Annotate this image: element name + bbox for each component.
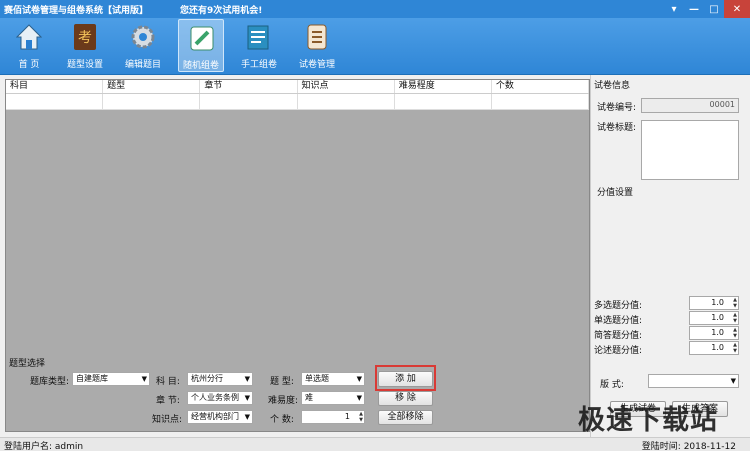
count-stepper[interactable]: 1 ▲ ▼ [301,410,365,424]
score-settings-heading: 分值设置 [597,188,634,198]
minimize-button[interactable]: — [684,0,704,18]
highlight-box [375,365,436,391]
panel-divider [590,75,591,437]
column-type[interactable]: 题型 [103,80,201,93]
main-toolbar: 首 页 考 题型设置 编辑题目 随机组卷 手工组卷 试卷管理 [0,18,750,75]
column-difficulty[interactable]: 难易程度 [395,80,492,93]
login-user: 登陆用户名: admin [4,442,84,452]
chevron-down-icon: ▼ [141,375,147,383]
question-type-select[interactable]: 单选题 ▼ [301,372,365,386]
score-value: 1.0 [711,313,724,322]
chevron-down-icon: ▼ [244,375,250,383]
bank-type-select[interactable]: 自建题库 ▼ [72,372,150,386]
toolbar-label: 题型设置 [66,60,103,70]
gear-icon [131,25,155,49]
stepper-arrows-icon[interactable]: ▲ ▼ [733,327,737,339]
selection-heading: 题型选择 [9,359,46,369]
stepper-arrows-icon[interactable]: ▲ ▼ [359,411,363,423]
toolbar-question-type-button[interactable]: 考 题型设置 [62,19,108,72]
toolbar-label: 首 页 [18,60,40,70]
bank-type-label: 题库类型: [30,377,70,387]
login-time: 登陆时间: 2018-11-12 [641,442,736,452]
score-stepper-essay[interactable]: 1.0 ▲ ▼ [689,341,739,355]
window-controls: ▾ — □ ✕ [664,0,750,18]
column-chapter[interactable]: 章节 [200,80,298,93]
toolbar-random-paper-button[interactable]: 随机组卷 [178,19,224,72]
knowledge-label: 知识点: [152,415,183,425]
score-stepper-multi[interactable]: 1.0 ▲ ▼ [689,296,739,310]
pencil-note-icon [190,26,214,51]
close-button[interactable]: ✕ [724,0,750,18]
dropdown-icon[interactable]: ▾ [664,0,684,18]
stepper-arrows-icon[interactable]: ▲ ▼ [733,342,737,354]
layout-label: 版 式: [600,380,624,390]
stepper-arrows-icon[interactable]: ▲ ▼ [733,297,737,309]
paper-title-label: 试卷标题: [597,123,637,133]
document-list-icon [307,24,327,50]
remove-all-button[interactable]: 全部移除 [378,410,433,425]
toolbar-edit-question-button[interactable]: 编辑题目 [120,19,166,72]
home-icon [16,24,42,50]
status-bar: 登陆用户名: admin 登陆时间: 2018-11-12 [0,437,750,452]
svg-text:考: 考 [78,30,92,46]
toolbar-label: 随机组卷 [182,61,219,71]
exam-book-icon: 考 [74,24,96,50]
column-count[interactable]: 个数 [492,80,590,93]
score-label-multi: 多选题分值: [594,301,643,311]
subject-label: 科 目: [156,377,180,387]
toolbar-home-button[interactable]: 首 页 [6,19,52,72]
watermark-logo: 极速下载站 [578,405,718,436]
clipboard-edit-icon [247,25,269,50]
window-title: 赛佰试卷管理与组卷系统【试用版】 [4,6,149,16]
paper-info-heading: 试卷信息 [594,81,631,91]
chevron-down-icon: ▼ [730,377,736,385]
table-row[interactable] [6,94,590,110]
score-value: 1.0 [711,328,724,337]
score-label-short: 简答题分值: [594,331,643,341]
toolbar-label: 编辑题目 [124,60,161,70]
title-bar: 赛佰试卷管理与组卷系统【试用版】 您还有9次试用机会! ▾ — □ ✕ [0,0,750,18]
paper-title-input[interactable] [641,120,739,180]
question-type-label: 题 型: [270,377,294,387]
chevron-down-icon: ▼ [356,394,362,402]
stepper-arrows-icon[interactable]: ▲ ▼ [733,312,737,324]
difficulty-select[interactable]: 难 ▼ [301,391,365,405]
paper-id-label: 试卷编号: [597,103,637,113]
paper-id-field: 00001 [641,98,739,113]
knowledge-select[interactable]: 经营机构部门 ▼ [187,410,253,424]
score-label-essay: 论述题分值: [594,346,643,356]
trial-notice: 您还有9次试用机会! [180,6,263,16]
subject-select[interactable]: 杭州分行 ▼ [187,372,253,386]
chevron-down-icon: ▼ [356,375,362,383]
score-stepper-short[interactable]: 1.0 ▲ ▼ [689,326,739,340]
grid-header: 科目 题型 章节 知识点 难易程度 个数 [6,80,590,94]
remove-button[interactable]: 移 除 [378,391,433,406]
toolbar-manual-paper-button[interactable]: 手工组卷 [236,19,282,72]
maximize-button[interactable]: □ [704,0,724,18]
chapter-label: 章 节: [156,396,180,406]
toolbar-label: 手工组卷 [240,60,277,70]
score-label-single: 单选题分值: [594,316,643,326]
chapter-select[interactable]: 个人业务条例 ▼ [187,391,253,405]
chevron-down-icon: ▼ [244,413,250,421]
column-subject[interactable]: 科目 [6,80,104,93]
score-value: 1.0 [711,343,724,352]
toolbar-label: 试卷管理 [298,60,335,70]
toolbar-paper-manage-button[interactable]: 试卷管理 [294,19,340,72]
count-label: 个 数: [270,415,294,425]
difficulty-label: 难易度: [268,396,299,406]
score-value: 1.0 [711,298,724,307]
chevron-down-icon: ▼ [244,394,250,402]
layout-select[interactable]: ▼ [648,374,739,388]
score-stepper-single[interactable]: 1.0 ▲ ▼ [689,311,739,325]
column-knowledge[interactable]: 知识点 [298,80,395,93]
